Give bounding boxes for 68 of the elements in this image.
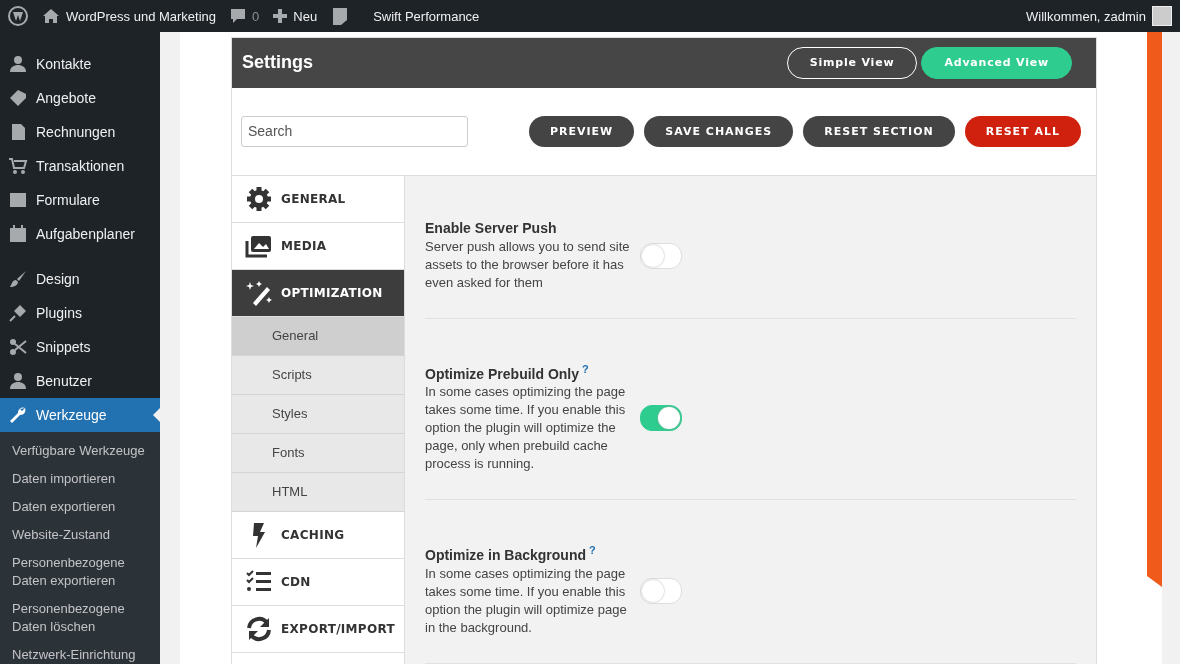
search-field[interactable]: Search	[241, 115, 468, 147]
settings-title: Settings	[242, 52, 314, 74]
submenu-item[interactable]: Daten importieren	[0, 466, 164, 494]
submenu-item[interactable]: Daten exportieren	[0, 494, 164, 522]
plug-icon	[8, 303, 28, 323]
sidebar-item[interactable]: Formulare	[0, 183, 160, 217]
cart-icon	[8, 156, 28, 176]
setting-description: Server push allows you to send site assets to the browser before it has even asked for them	[425, 237, 630, 292]
sidebar-item[interactable]: Aufgabenplaner	[0, 217, 160, 251]
toggle-switch[interactable]	[640, 242, 682, 269]
refresh-icon	[245, 614, 273, 643]
sidebar-item[interactable]: Transaktionen	[0, 149, 160, 183]
scissors-icon	[8, 337, 28, 357]
setting-description: In some cases optimizing the page takes some time. If you enable this option the plugin will optimize the page, only when prebuild cache process is running.	[425, 383, 627, 474]
person-icon	[8, 54, 28, 74]
submenu-item[interactable]: Website-Zustand	[0, 522, 164, 550]
plugin-logo-icon[interactable]	[331, 6, 350, 26]
calendar-icon	[8, 224, 28, 244]
toggle-switch[interactable]	[640, 577, 682, 604]
person-icon	[8, 371, 28, 391]
sidebar-item[interactable]: Design	[0, 262, 160, 296]
submenu-item[interactable]: Netzwerk-Einrichtung	[0, 642, 164, 664]
subsection-tab[interactable]: Styles	[232, 394, 404, 434]
sidebar-item[interactable]: Angebote	[0, 81, 160, 115]
section-tab[interactable]: OPTIMIZATION	[232, 269, 404, 317]
toggle-switch[interactable]	[640, 405, 682, 431]
section-tab[interactable]: GENERAL	[232, 175, 404, 223]
setting-title: Enable Server Push	[425, 219, 557, 236]
action-button[interactable]: PREVIEW	[528, 115, 635, 147]
comment-count[interactable]: 0	[252, 8, 260, 24]
sidebar-item[interactable]: Kontakte	[0, 47, 160, 81]
sidebar-item[interactable]: Plugins	[0, 296, 160, 330]
sidebar-item[interactable]: Werkzeuge	[0, 398, 160, 432]
help-link[interactable]: ?	[589, 544, 596, 557]
site-name-link[interactable]: WordPress und Marketing	[66, 8, 217, 24]
submenu-item[interactable]: Verfügbare Werkzeuge	[0, 438, 164, 466]
sidebar-item[interactable]: Rechnungen	[0, 115, 160, 149]
reset-all-button[interactable]: RESET ALL	[964, 115, 1081, 147]
gear-icon	[245, 184, 273, 213]
setting-description: In some cases optimizing the page takes some time. If you enable this option the plugin will optimize page in the background.	[425, 565, 628, 637]
greeting-link[interactable]: Willkommen, zadmin	[1026, 8, 1146, 24]
section-tab[interactable]: CDN	[232, 558, 404, 606]
setting-title: Optimize Prebuild Only	[425, 365, 580, 382]
section-tab[interactable]: CACHING	[232, 511, 404, 559]
comment-icon	[230, 8, 247, 24]
plus-icon	[273, 9, 288, 23]
tag-icon	[8, 88, 28, 108]
submenu-item[interactable]: Personenbezogene Daten löschen	[0, 596, 164, 642]
sidebar-item[interactable]: Snippets	[0, 330, 160, 364]
sidebar-item[interactable]: Benutzer	[0, 364, 160, 398]
home-icon	[42, 8, 60, 24]
setting-title: Optimize in Background	[425, 547, 586, 563]
action-button[interactable]: SAVE CHANGES	[644, 115, 794, 147]
wrench-icon	[8, 405, 28, 425]
section-tab[interactable]: MEDIA	[232, 222, 404, 270]
submenu-item[interactable]: Personenbezogene Daten exportieren	[0, 550, 164, 596]
section-tab[interactable]: EXPORT/IMPORT	[232, 605, 404, 653]
action-button[interactable]: RESET SECTION	[803, 115, 955, 147]
subsection-tab[interactable]: Scripts	[232, 355, 404, 395]
wordpress-logo-icon[interactable]	[8, 6, 28, 26]
avatar[interactable]	[1152, 6, 1172, 26]
subsection-tab[interactable]: General	[232, 316, 404, 356]
help-link[interactable]: ?	[582, 362, 589, 375]
subsection-tab[interactable]: HTML	[232, 472, 404, 512]
new-link[interactable]: Neu	[293, 8, 318, 24]
brush-icon	[8, 269, 28, 289]
subsection-tab[interactable]: Fonts	[232, 433, 404, 473]
plugin-link[interactable]: Swift Performance	[373, 8, 480, 24]
